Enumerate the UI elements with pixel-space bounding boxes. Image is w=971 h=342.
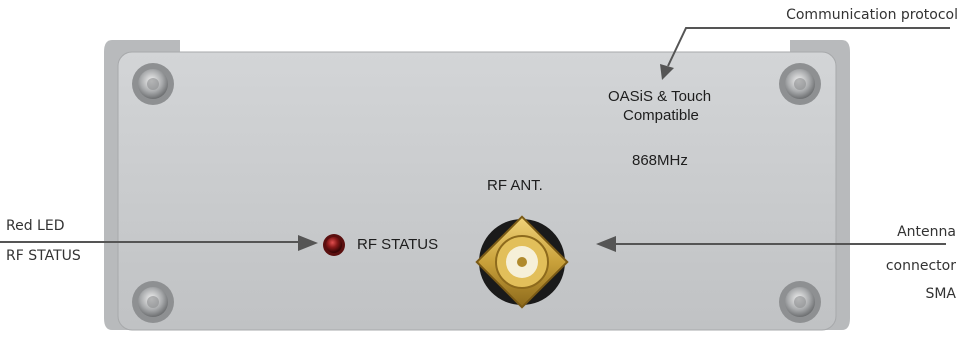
antenna-label: RF ANT.	[487, 177, 543, 194]
status-label: RF STATUS	[357, 236, 439, 253]
antenna-callout-label: connector	[885, 258, 956, 274]
screw-icon	[132, 281, 174, 323]
led-callout-label: RF STATUS	[6, 248, 81, 264]
status-led-icon	[323, 234, 345, 256]
screw-icon	[779, 63, 821, 105]
device-illustration	[0, 27, 950, 331]
antenna-callout-label: Antenna	[897, 224, 956, 240]
screw-icon	[132, 63, 174, 105]
compatibility-label: OASiS & Touch	[608, 88, 712, 105]
led-callout-label: Red LED	[6, 218, 65, 234]
frequency-label: 868MHz	[632, 152, 688, 169]
protocol-callout-label: Communication protocol	[786, 7, 958, 23]
antenna-callout-label: SMA	[925, 286, 956, 302]
compatibility-label: Compatible	[623, 107, 699, 124]
device-panel	[117, 51, 837, 331]
screw-icon	[779, 281, 821, 323]
